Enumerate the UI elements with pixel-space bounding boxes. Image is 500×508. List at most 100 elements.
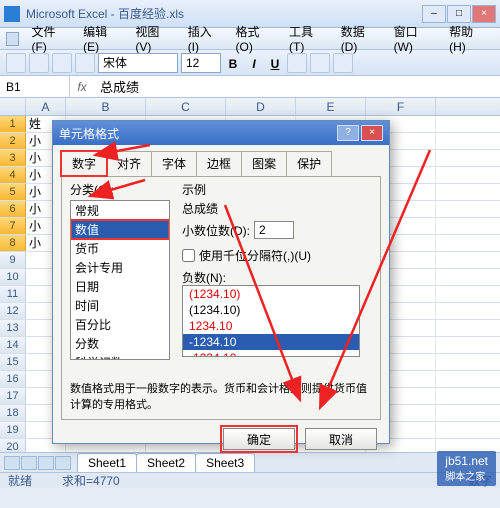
row-header[interactable]: 8 (0, 235, 26, 251)
dialog-tabs: 数字 对齐 字体 边框 图案 保护 (53, 145, 389, 176)
row-header[interactable]: 2 (0, 133, 26, 149)
negative-format-item[interactable]: (1234.10) (183, 286, 359, 302)
align-left-icon[interactable] (287, 53, 307, 73)
menu-data[interactable]: 数据(D) (335, 21, 386, 56)
watermark: jb51.net 脚本之家 (437, 451, 496, 486)
tab-protection[interactable]: 保护 (286, 151, 332, 176)
negative-format-item[interactable]: (1234.10) (183, 302, 359, 318)
row-header[interactable]: 9 (0, 252, 26, 268)
ok-button[interactable]: 确定 (223, 428, 295, 450)
menu-view[interactable]: 视图(V) (129, 21, 179, 56)
col-header-b[interactable]: B (66, 98, 146, 115)
category-item[interactable]: 科学记数 (71, 353, 169, 360)
save-icon[interactable] (52, 53, 72, 73)
category-section: 分类(C): 常规数值货币会计专用日期时间百分比分数科学记数文本特殊自定义 (70, 181, 170, 360)
formula-bar: B1 fx 总成绩 (0, 76, 500, 98)
row-header[interactable]: 15 (0, 354, 26, 370)
row-header[interactable]: 18 (0, 405, 26, 421)
row-header[interactable]: 3 (0, 150, 26, 166)
category-item[interactable]: 会计专用 (71, 258, 169, 277)
format-cells-dialog: 单元格格式 ? × 数字 对齐 字体 边框 图案 保护 分类(C): 常规数值货… (52, 120, 390, 444)
category-item[interactable]: 时间 (71, 296, 169, 315)
row-header[interactable]: 4 (0, 167, 26, 183)
tab-alignment[interactable]: 对齐 (106, 151, 152, 176)
close-button[interactable]: × (472, 5, 496, 23)
dialog-help-button[interactable]: ? (337, 125, 359, 141)
italic-button[interactable]: I (245, 54, 263, 72)
menu-help[interactable]: 帮助(H) (443, 21, 494, 56)
tab-number[interactable]: 数字 (61, 151, 107, 176)
align-right-icon[interactable] (333, 53, 353, 73)
align-center-icon[interactable] (310, 53, 330, 73)
col-header-a[interactable]: A (26, 98, 66, 115)
row-header[interactable]: 17 (0, 388, 26, 404)
row-header[interactable]: 11 (0, 286, 26, 302)
category-item[interactable]: 分数 (71, 334, 169, 353)
menu-insert[interactable]: 插入(I) (182, 21, 228, 56)
menu-window[interactable]: 窗口(W) (388, 21, 441, 56)
tab-pattern[interactable]: 图案 (241, 151, 287, 176)
row-header[interactable]: 7 (0, 218, 26, 234)
minimize-button[interactable]: – (422, 5, 446, 23)
row-header[interactable]: 19 (0, 422, 26, 438)
thousands-checkbox[interactable] (182, 249, 195, 262)
row-header[interactable]: 10 (0, 269, 26, 285)
dialog-titlebar[interactable]: 单元格格式 ? × (53, 121, 389, 145)
category-item[interactable]: 百分比 (71, 315, 169, 334)
decimal-input[interactable] (254, 221, 294, 239)
col-header-e[interactable]: E (296, 98, 366, 115)
tab-font[interactable]: 字体 (151, 151, 197, 176)
row-header[interactable]: 13 (0, 320, 26, 336)
menu-tools[interactable]: 工具(T) (283, 21, 333, 56)
underline-button[interactable]: U (266, 54, 284, 72)
row-header[interactable]: 16 (0, 371, 26, 387)
category-item[interactable]: 货币 (71, 239, 169, 258)
name-box[interactable]: B1 (0, 76, 70, 97)
font-select[interactable]: 宋体 (98, 53, 178, 73)
status-bar: 就绪 求和=4770 数字 (0, 472, 500, 488)
col-header-d[interactable]: D (226, 98, 296, 115)
watermark-url: jb51.net (445, 454, 488, 468)
tab-first-icon[interactable] (4, 456, 20, 470)
negative-label: 负数(N): (182, 269, 226, 286)
thousands-row: 使用千位分隔符(,)(U) (182, 247, 311, 264)
menu-edit[interactable]: 编辑(E) (77, 21, 127, 56)
tab-border[interactable]: 边框 (196, 151, 242, 176)
format-description: 数值格式用于一般数字的表示。货币和会计格式则提供货币值计算的专用格式。 (70, 382, 372, 413)
sample-label: 示例 (182, 181, 218, 198)
menu-format[interactable]: 格式(O) (230, 21, 282, 56)
negative-format-item[interactable]: -1234.10 (183, 350, 359, 357)
window-buttons: – □ × (422, 5, 496, 23)
category-item[interactable]: 数值 (71, 220, 169, 239)
col-header-c[interactable]: C (146, 98, 226, 115)
category-item[interactable]: 日期 (71, 277, 169, 296)
print-icon[interactable] (75, 53, 95, 73)
thousands-label: 使用千位分隔符(,)(U) (199, 247, 311, 264)
fx-button[interactable]: fx (70, 80, 94, 94)
row-header[interactable]: 12 (0, 303, 26, 319)
bold-button[interactable]: B (224, 54, 242, 72)
negative-format-item[interactable]: 1234.10 (183, 318, 359, 334)
dialog-close-button[interactable]: × (361, 125, 383, 141)
formula-value[interactable]: 总成绩 (94, 77, 500, 96)
new-icon[interactable] (6, 53, 26, 73)
open-icon[interactable] (29, 53, 49, 73)
decimal-label: 小数位数(D): (182, 222, 250, 239)
row-header[interactable]: 1 (0, 116, 26, 132)
col-header-f[interactable]: F (366, 98, 436, 115)
category-item[interactable]: 常规 (71, 201, 169, 220)
cancel-button[interactable]: 取消 (305, 428, 377, 450)
category-list[interactable]: 常规数值货币会计专用日期时间百分比分数科学记数文本特殊自定义 (70, 200, 170, 360)
app-menu-icon[interactable] (6, 32, 19, 46)
maximize-button[interactable]: □ (447, 5, 471, 23)
row-header[interactable]: 14 (0, 337, 26, 353)
select-all-corner[interactable] (0, 98, 26, 115)
row-header[interactable]: 6 (0, 201, 26, 217)
menu-file[interactable]: 文件(F) (25, 21, 75, 56)
tab-next-icon[interactable] (38, 456, 54, 470)
tab-prev-icon[interactable] (21, 456, 37, 470)
row-header[interactable]: 5 (0, 184, 26, 200)
negative-list[interactable]: (1234.10)(1234.10)1234.10-1234.10-1234.1… (182, 285, 360, 357)
negative-format-item[interactable]: -1234.10 (183, 334, 359, 350)
font-size-select[interactable]: 12 (181, 53, 221, 73)
